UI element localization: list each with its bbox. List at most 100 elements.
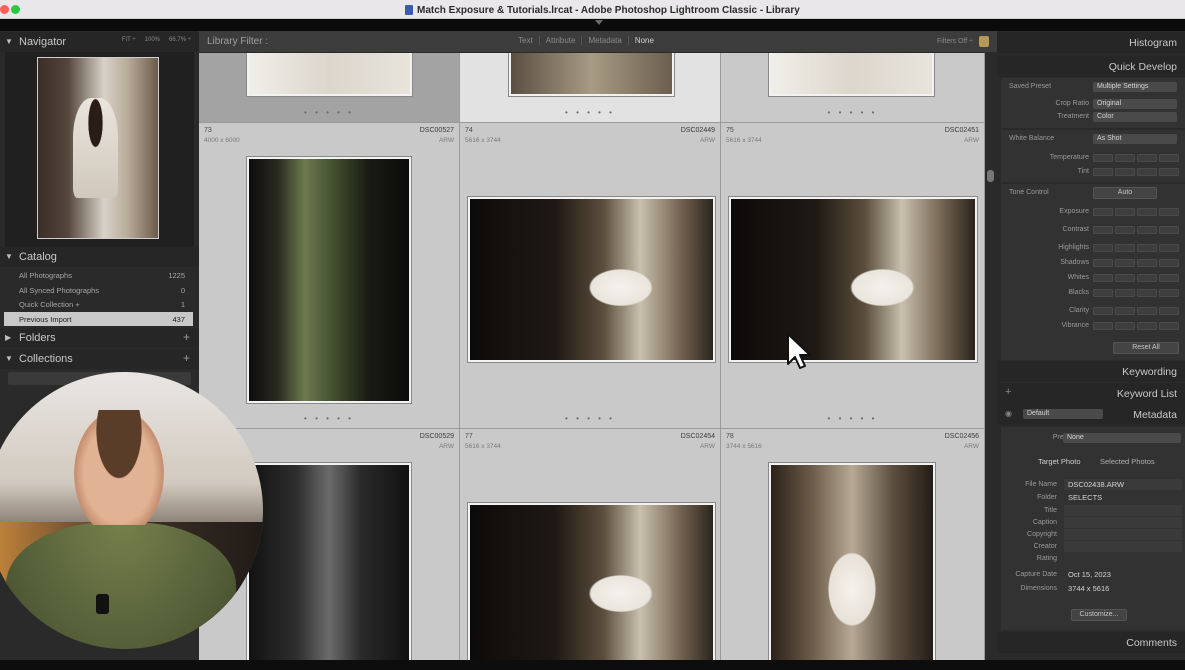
photo-thumbnail[interactable] — [729, 197, 977, 362]
grid-scrollbar[interactable] — [985, 53, 997, 670]
adjust-button[interactable] — [1159, 322, 1179, 330]
auto-tone-button[interactable]: Auto — [1093, 187, 1157, 199]
adjust-button[interactable] — [1159, 244, 1179, 252]
adjust-button[interactable] — [1137, 274, 1157, 282]
metadata-header[interactable]: ◉ Default Metadata — [997, 404, 1185, 425]
cell-rating-dots[interactable]: • • • • • — [460, 108, 720, 117]
photo-thumbnail[interactable] — [509, 53, 674, 96]
grid-cell[interactable]: 73 4000 x 6000 DSC00527 ARW • • • • • — [199, 123, 460, 429]
adjust-button[interactable] — [1115, 259, 1135, 267]
grid-cell[interactable]: 75 5616 x 3744 DSC02451 ARW • • • • • — [721, 123, 985, 429]
catalog-item-all-photographs[interactable]: All Photographs 1225 — [4, 268, 193, 283]
target-photo-tab[interactable]: Target Photo — [1038, 457, 1081, 466]
decrease-small-button[interactable] — [1115, 168, 1135, 176]
close-window-button[interactable] — [0, 5, 9, 14]
add-folder-icon[interactable]: + — [183, 330, 190, 344]
keyword-list-header[interactable]: + Keyword List — [997, 383, 1185, 404]
photo-thumbnail[interactable] — [468, 503, 715, 668]
adjust-button[interactable] — [1093, 208, 1113, 216]
grid-cell[interactable]: 78 3744 x 5616 DSC02456 ARW — [721, 429, 985, 670]
crop-ratio-dropdown[interactable]: Original — [1093, 99, 1177, 109]
catalog-item-previous-import[interactable]: Previous Import 437 — [4, 311, 193, 326]
adjust-button[interactable] — [1093, 259, 1113, 267]
photo-thumbnail[interactable] — [468, 197, 715, 362]
collections-header[interactable]: ▼ Collections + — [0, 349, 199, 369]
eye-icon[interactable]: ◉ — [1005, 409, 1012, 418]
catalog-item-all-synced[interactable]: All Synced Photographs 0 — [4, 283, 193, 298]
increase-large-button[interactable] — [1159, 154, 1179, 162]
histogram-header[interactable]: Histogram — [997, 32, 1185, 53]
photo-thumbnail[interactable] — [247, 463, 411, 670]
adjust-button[interactable] — [1115, 289, 1135, 297]
white-balance-dropdown[interactable]: As Shot — [1093, 134, 1177, 144]
grid-cell-partial[interactable]: • • • • • — [460, 53, 721, 123]
adjust-button[interactable] — [1093, 322, 1113, 330]
filters-off-dropdown[interactable]: Filters Off ÷ — [937, 38, 973, 45]
add-collection-icon[interactable]: + — [183, 351, 190, 365]
increase-large-button[interactable] — [1159, 168, 1179, 176]
grid-cell-partial[interactable]: • • • • • — [199, 53, 460, 123]
photo-thumbnail[interactable] — [247, 53, 412, 96]
decrease-small-button[interactable] — [1115, 154, 1135, 162]
zoom-window-button[interactable] — [11, 5, 20, 14]
grid-cell[interactable]: 77 5616 x 3744 DSC02454 ARW — [460, 429, 721, 670]
adjust-button[interactable] — [1137, 289, 1157, 297]
selected-photos-tab[interactable]: Selected Photos — [1100, 457, 1155, 466]
navigator-header[interactable]: ▼ Navigator FIT ÷ 100% 66.7% ÷ — [0, 32, 199, 52]
adjust-button[interactable] — [1159, 208, 1179, 216]
quick-develop-header[interactable]: Quick Develop — [997, 56, 1185, 77]
reset-all-button[interactable]: Reset All — [1113, 342, 1179, 354]
metadata-preset-dropdown[interactable]: Default — [1023, 409, 1103, 419]
adjust-button[interactable] — [1137, 307, 1157, 315]
show-top-panel-arrow-icon[interactable] — [595, 20, 603, 25]
increase-small-button[interactable] — [1137, 154, 1157, 162]
adjust-button[interactable] — [1159, 289, 1179, 297]
title-field[interactable] — [1064, 505, 1182, 516]
copyright-field[interactable] — [1064, 529, 1182, 540]
adjust-button[interactable] — [1137, 244, 1157, 252]
adjust-button[interactable] — [1093, 274, 1113, 282]
photo-thumbnail[interactable] — [247, 157, 411, 403]
adjust-button[interactable] — [1137, 259, 1157, 267]
catalog-item-quick-collection[interactable]: Quick Collection + 1 — [4, 297, 193, 312]
comments-header[interactable]: Comments — [997, 632, 1185, 653]
add-keyword-icon[interactable]: + — [1005, 386, 1011, 398]
cell-rating-dots[interactable]: • • • • • — [460, 414, 720, 423]
navigator-preview[interactable] — [5, 52, 194, 247]
saved-preset-dropdown[interactable]: Multiple Settings — [1093, 82, 1177, 92]
decrease-large-button[interactable] — [1093, 154, 1113, 162]
adjust-button[interactable] — [1115, 226, 1135, 234]
photo-thumbnail[interactable] — [769, 463, 935, 670]
grid-cell-partial[interactable]: • • • • • — [721, 53, 985, 123]
adjust-button[interactable] — [1115, 244, 1135, 252]
adjust-button[interactable] — [1159, 307, 1179, 315]
adjust-button[interactable] — [1159, 226, 1179, 234]
keywording-header[interactable]: Keywording — [997, 361, 1185, 382]
adjust-button[interactable] — [1137, 208, 1157, 216]
cell-rating-dots[interactable]: • • • • • — [199, 108, 459, 117]
grid-cell[interactable]: 74 5616 x 3744 DSC02449 ARW • • • • • — [460, 123, 721, 429]
cell-rating-dots[interactable]: • • • • • — [721, 414, 984, 423]
cell-rating-dots[interactable]: • • • • • — [199, 414, 459, 423]
treatment-dropdown[interactable]: Color — [1093, 112, 1177, 122]
adjust-button[interactable] — [1115, 208, 1135, 216]
creator-field[interactable] — [1064, 541, 1182, 552]
decrease-large-button[interactable] — [1093, 168, 1113, 176]
scrollbar-thumb[interactable] — [987, 170, 994, 182]
lock-icon[interactable] — [979, 36, 989, 47]
photo-thumbnail[interactable] — [769, 53, 934, 96]
filter-tab-none[interactable]: None — [629, 36, 660, 45]
adjust-button[interactable] — [1115, 322, 1135, 330]
caption-field[interactable] — [1064, 517, 1182, 528]
adjust-button[interactable] — [1093, 289, 1113, 297]
cell-rating-dots[interactable]: • • • • • — [721, 108, 984, 117]
zoom-fit-option[interactable]: FIT ÷ — [122, 37, 136, 43]
catalog-header[interactable]: ▼ Catalog — [0, 247, 199, 267]
customize-button[interactable]: Customize... — [1071, 609, 1127, 621]
increase-small-button[interactable] — [1137, 168, 1157, 176]
adjust-button[interactable] — [1159, 259, 1179, 267]
filter-tab-metadata[interactable]: Metadata — [582, 36, 629, 45]
adjust-button[interactable] — [1159, 274, 1179, 282]
adjust-button[interactable] — [1115, 274, 1135, 282]
adjust-button[interactable] — [1137, 226, 1157, 234]
